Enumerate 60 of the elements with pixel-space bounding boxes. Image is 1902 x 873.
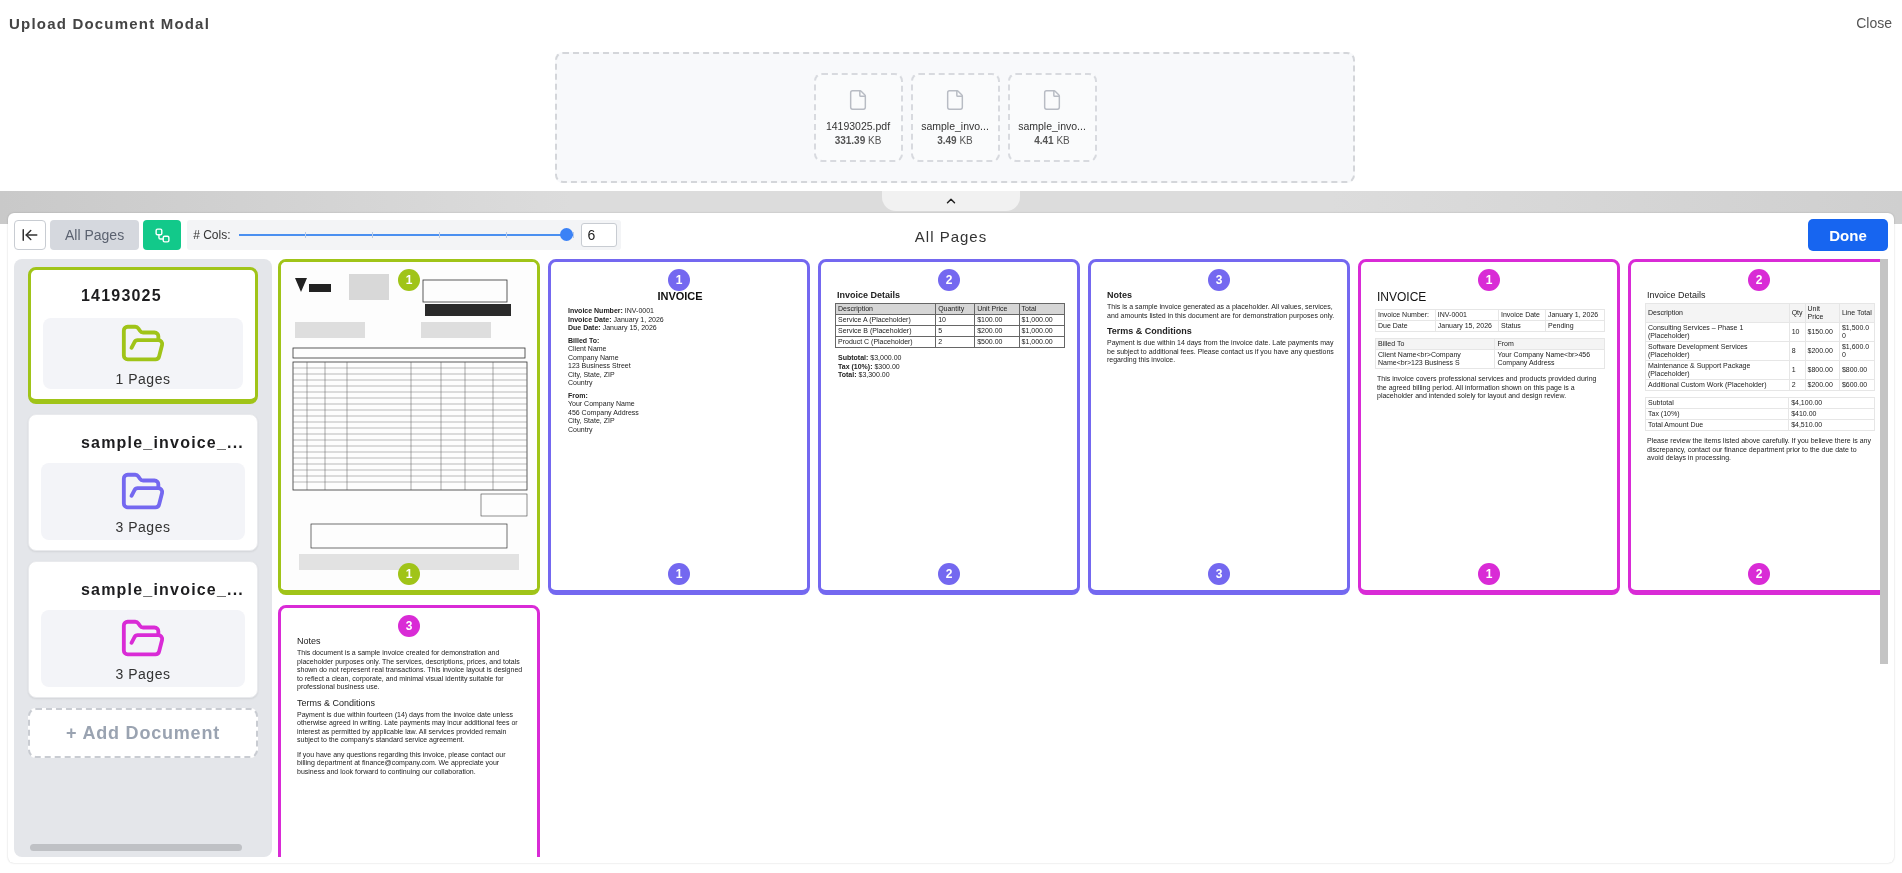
back-button[interactable] (14, 220, 46, 250)
page-number-badge: 3 (1208, 563, 1230, 585)
page-thumbnail[interactable] (548, 259, 810, 595)
view-mode-tab[interactable]: All Pages (50, 220, 140, 250)
document-title: INVOICE (656, 290, 704, 302)
page-thumbnail[interactable] (278, 605, 540, 857)
page-count: 3 Pages (115, 665, 171, 682)
modal-title: Upload Document Modal (9, 14, 211, 32)
back-arrow-icon (21, 226, 39, 244)
file-size: 4.41 KB (1034, 135, 1070, 146)
document-card[interactable]: 14193025 1 Pages (28, 267, 258, 404)
drop-zone[interactable]: 14193025.pdf 331.39 KB sample_invo... 3.49 KB sample_invo... 4.41 KB (555, 52, 1355, 183)
file-size: 331.39 KB (834, 135, 882, 146)
page-number-badge: 3 (1208, 269, 1230, 291)
page-number-badge: 2 (938, 563, 960, 585)
page-thumbnail[interactable] (818, 259, 1080, 595)
view-title: All Pages (914, 228, 988, 245)
page-number-badge: 2 (938, 269, 960, 291)
document-heading: Terms & Conditions (297, 697, 377, 708)
page-thumbnail[interactable] (1358, 259, 1620, 595)
document-heading: Invoice Details (837, 290, 902, 300)
document-heading: Notes (297, 636, 322, 646)
file-tile[interactable]: 14193025.pdf 331.39 KB (813, 73, 903, 162)
page-number-badge: 1 (1478, 269, 1500, 291)
page-number-badge: 2 (1748, 269, 1770, 291)
scrollbar[interactable] (1880, 259, 1888, 664)
close-button[interactable]: Close (1856, 15, 1892, 31)
page-count: 3 Pages (115, 518, 171, 535)
page-number-badge: 1 (668, 563, 690, 585)
page-number-badge: 3 (398, 615, 420, 637)
file-name: 14193025.pdf (825, 120, 891, 132)
page-count: 1 Pages (115, 370, 171, 387)
file-icon (847, 89, 869, 111)
page-thumbnail[interactable] (1088, 259, 1350, 595)
page-number-badge: 2 (1748, 563, 1770, 585)
page-number-badge: 1 (668, 269, 690, 291)
file-size: 3.49 KB (937, 135, 973, 146)
file-tile[interactable]: sample_invo... 4.41 KB (1007, 73, 1097, 162)
file-icon (1041, 89, 1063, 111)
columns-label: # Cols: (193, 228, 231, 242)
document-heading: Notes (1107, 290, 1133, 300)
columns-input[interactable]: 6 (580, 223, 617, 247)
document-heading: Terms & Conditions (1107, 326, 1193, 336)
document-card[interactable]: sample_invoice_... 3 Pages (28, 414, 258, 551)
document-title: INVOICE (1377, 290, 1428, 304)
document-name: sample_invoice_... (80, 580, 245, 600)
file-icon (944, 89, 966, 111)
layout-icon (153, 226, 171, 244)
file-name: sample_invo... (1018, 120, 1086, 132)
document-name: sample_invoice_... (80, 433, 245, 453)
done-button[interactable]: Done (1808, 219, 1888, 251)
document-name: 14193025 (80, 286, 163, 306)
scrollbar[interactable] (30, 844, 242, 851)
columns-slider[interactable] (238, 228, 573, 242)
file-tile[interactable]: sample_invo... 3.49 KB (910, 73, 1000, 162)
layout-button[interactable] (143, 220, 182, 250)
page-number-badge: 1 (1478, 563, 1500, 585)
file-name: sample_invo... (921, 120, 989, 132)
document-card[interactable]: sample_invoice_... 3 Pages (28, 561, 258, 698)
document-heading: Invoice Details (1647, 290, 1707, 300)
